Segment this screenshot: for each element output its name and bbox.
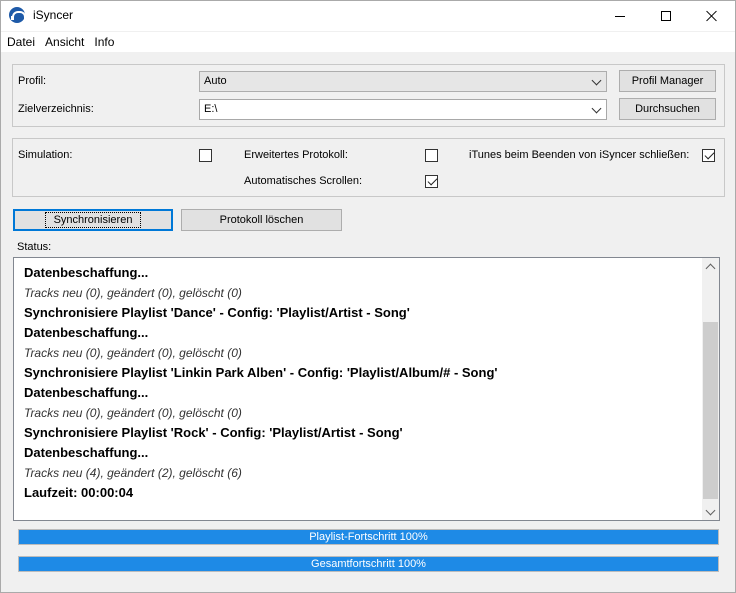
menu-bar: Datei Ansicht Info <box>1 32 735 52</box>
log-line: Laufzeit: 00:00:04 <box>24 485 134 500</box>
status-log-scrollbar[interactable] <box>702 258 719 520</box>
title-bar: iSyncer <box>1 1 735 31</box>
app-window: iSyncer Datei Ansicht Info Profil: Auto … <box>0 0 736 593</box>
minimize-icon <box>615 15 625 17</box>
simulation-checkbox[interactable] <box>199 149 212 162</box>
log-line: Synchronisiere Playlist 'Linkin Park Alb… <box>24 365 498 380</box>
close-icon <box>706 10 718 22</box>
menu-datei[interactable]: Datei <box>1 35 39 49</box>
target-directory-value: E:\ <box>204 103 218 115</box>
log-line: Tracks neu (4), geändert (2), gelöscht (… <box>24 466 242 480</box>
log-line: Synchronisiere Playlist 'Dance' - Config… <box>24 305 410 320</box>
total-progress-bar: Gesamtfortschritt 100% <box>18 556 719 572</box>
log-line: Tracks neu (0), geändert (0), gelöscht (… <box>24 406 242 420</box>
target-directory-input[interactable]: E:\ <box>199 99 607 120</box>
total-progress-label: Gesamtfortschritt 100% <box>311 558 426 570</box>
target-directory-label: Zielverzeichnis: <box>18 103 94 115</box>
menu-ansicht[interactable]: Ansicht <box>39 35 88 49</box>
profile-manager-button[interactable]: Profil Manager <box>619 70 716 92</box>
log-line: Synchronisiere Playlist 'Rock' - Config:… <box>24 425 403 440</box>
chevron-down-icon <box>591 103 602 114</box>
log-line: Tracks neu (0), geändert (0), gelöscht (… <box>24 286 242 300</box>
synchronize-button[interactable]: Synchronisieren <box>13 209 173 231</box>
profile-select-value: Auto <box>204 75 227 87</box>
extended-log-label: Erweitertes Protokoll: <box>244 149 348 161</box>
clear-log-button[interactable]: Protokoll löschen <box>181 209 342 231</box>
simulation-label: Simulation: <box>18 149 73 161</box>
log-line: Datenbeschaffung... <box>24 385 149 400</box>
status-log-lines: Datenbeschaffung... Tracks neu (0), geän… <box>24 258 704 503</box>
close-itunes-checkbox[interactable] <box>702 149 715 162</box>
log-line: Datenbeschaffung... <box>24 265 149 280</box>
extended-log-checkbox[interactable] <box>425 149 438 162</box>
status-log[interactable]: Datenbeschaffung... Tracks neu (0), geän… <box>13 257 720 521</box>
log-line: Datenbeschaffung... <box>24 325 149 340</box>
auto-scroll-checkbox[interactable] <box>425 175 438 188</box>
menu-info[interactable]: Info <box>88 35 118 49</box>
minimize-button[interactable] <box>597 1 643 31</box>
auto-scroll-label: Automatisches Scrollen: <box>244 175 362 187</box>
window-title: iSyncer <box>33 8 74 22</box>
log-line: Datenbeschaffung... <box>24 445 149 460</box>
status-label: Status: <box>17 241 52 253</box>
log-line: Tracks neu (0), geändert (0), gelöscht (… <box>24 346 242 360</box>
profile-label: Profil: <box>18 75 47 87</box>
synchronize-button-label: Synchronisieren <box>44 212 142 228</box>
options-group <box>12 138 725 197</box>
chevron-down-icon <box>591 75 602 86</box>
app-headphones-icon <box>9 7 29 23</box>
maximize-button[interactable] <box>643 1 689 31</box>
close-itunes-label: iTunes beim Beenden von iSyncer schließe… <box>469 149 690 161</box>
profile-select[interactable]: Auto <box>199 71 607 92</box>
scrollbar-thumb[interactable] <box>703 322 718 499</box>
browse-button[interactable]: Durchsuchen <box>619 98 716 120</box>
scroll-up-arrow-icon[interactable] <box>702 258 719 275</box>
scroll-down-arrow-icon[interactable] <box>702 503 719 520</box>
close-button[interactable] <box>689 1 735 31</box>
maximize-icon <box>661 11 671 21</box>
playlist-progress-label: Playlist-Fortschritt 100% <box>309 531 428 543</box>
playlist-progress-bar: Playlist-Fortschritt 100% <box>18 529 719 545</box>
